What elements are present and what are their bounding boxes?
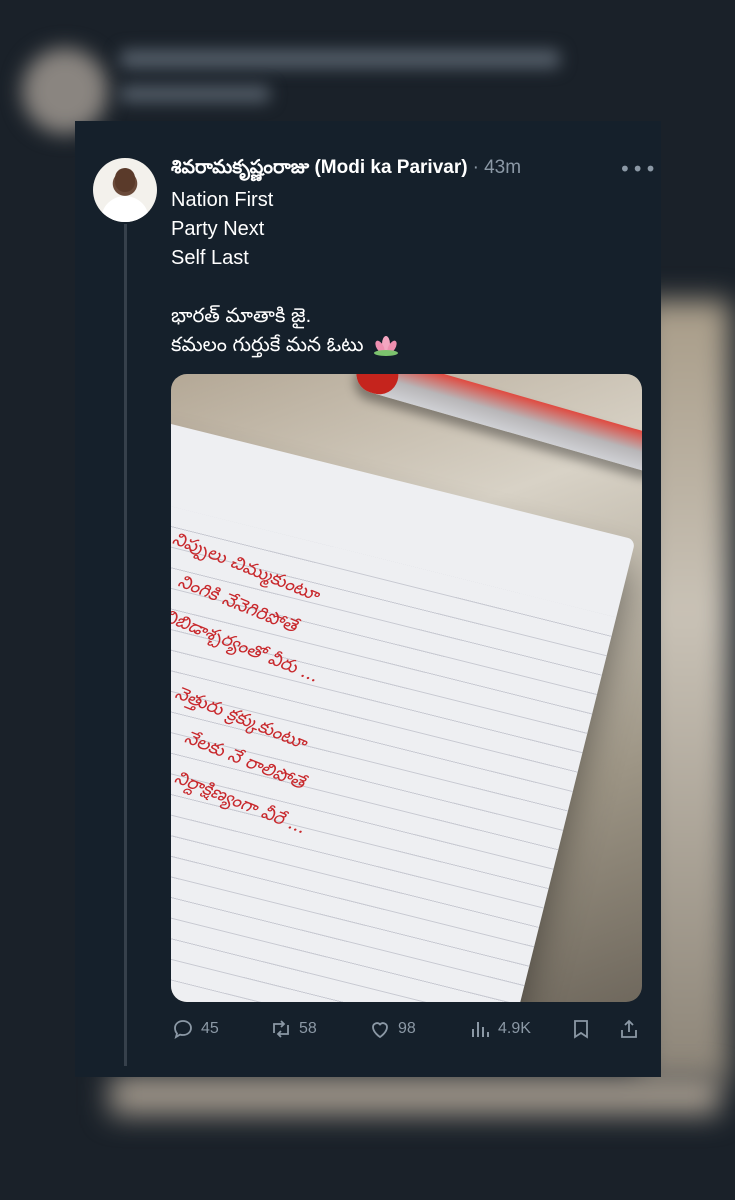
thread-line [124,224,127,1066]
avatar-shirt [101,196,149,222]
pen-cap [351,374,403,399]
reply-count: 45 [201,1020,219,1037]
views-chart-icon [472,1022,489,1037]
tweet-card[interactable]: శివరామకృష్ణంరాజు (Modi ka Parivar) · 43m… [75,121,661,1077]
tweet-header: శివరామకృష్ణంరాజు (Modi ka Parivar) · 43m [171,157,651,185]
pen [351,374,642,476]
like-count: 98 [398,1020,416,1037]
like-button[interactable]: 98 [368,1014,416,1044]
views-count: 4.9K [498,1020,531,1037]
tweet-text: Nation First Party Next Self Last భారత్ … [171,186,399,360]
timestamp[interactable]: 43m [484,157,521,178]
avatar-face [115,168,135,192]
author-name[interactable]: శివరామకృష్ణంరాజు (Modi ka Parivar) [171,157,468,178]
lotus-emoji-icon [374,335,399,356]
reply-icon [174,1020,192,1039]
blurred-subline [120,86,270,102]
avatar[interactable] [93,158,157,222]
tweet-line-with-emoji: కమలం గుర్తుకే మన ఓటు [171,331,399,360]
share-icon [621,1019,637,1038]
tweet-line [171,273,399,302]
bookmark-button[interactable] [569,1014,593,1044]
retweet-icon [273,1020,289,1038]
blurred-header-line [120,50,560,68]
notebook: నిప్పులు చిమ్ముకుంటూ నింగికి నేనెగిరిపోత… [171,414,636,1002]
views-button[interactable]: 4.9K [468,1014,531,1044]
separator: · [472,157,479,178]
heart-icon [372,1022,388,1039]
tweet-line: కమలం గుర్తుకే మన ఓటు [171,334,364,356]
retweet-button[interactable]: 58 [269,1014,317,1044]
tweet-actions: 45 58 98 4.9K [171,1014,651,1044]
retweet-count: 58 [299,1020,317,1037]
tweet-line: భారత్ మాతాకి జై. [171,305,312,327]
tweet-photo[interactable]: నిప్పులు చిమ్ముకుంటూ నింగికి నేనెగిరిపోత… [171,374,642,1002]
more-options-icon[interactable]: ••• [619,157,657,181]
reply-button[interactable]: 45 [171,1014,219,1044]
share-button[interactable] [617,1014,641,1044]
blurred-bottom-bar [110,1075,720,1115]
tweet-line: Party Next [171,218,265,240]
tweet-line: Nation First [171,189,274,211]
bookmark-icon [574,1020,588,1039]
tweet-line: Self Last [171,247,249,269]
